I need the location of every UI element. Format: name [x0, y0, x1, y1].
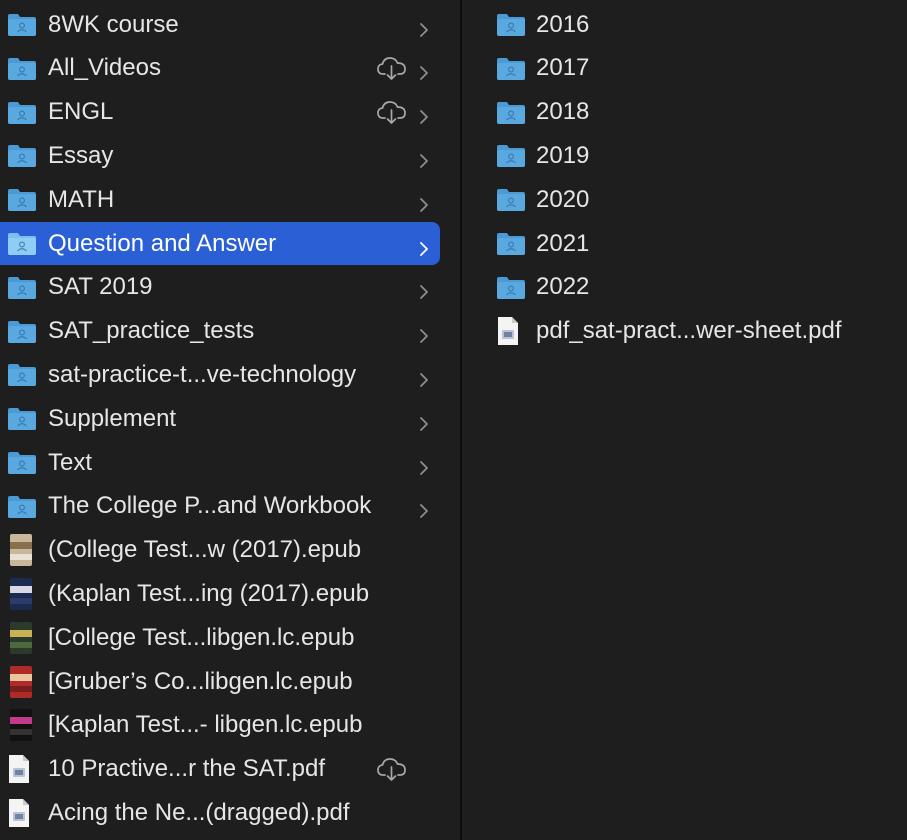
folder-icon — [7, 231, 37, 256]
file-name: [Kaplan Test...- libgen.lc.epub — [48, 711, 363, 739]
file-row[interactable]: [College Test...libgen.lc.epub — [0, 616, 440, 659]
folder-row[interactable]: 2021 — [462, 222, 907, 265]
folder-name: Essay — [48, 141, 114, 169]
file-row[interactable]: [Gruber’s Co...libgen.lc.epub — [0, 660, 440, 703]
folder-name: ENGL — [48, 98, 114, 126]
folder-icon — [7, 406, 37, 431]
pdf-file-icon — [496, 316, 520, 346]
folder-name: 2020 — [536, 185, 590, 213]
folder-name: SAT_practice_tests — [48, 317, 255, 345]
folder-name: sat-practice-t...ve-technology — [48, 360, 357, 388]
cloud-download-icon[interactable] — [376, 756, 408, 782]
folder-icon — [7, 494, 37, 519]
folder-row[interactable]: SAT_practice_tests — [0, 310, 440, 353]
folder-icon — [7, 100, 37, 125]
file-row[interactable]: (Kaplan Test...ing (2017).epub — [0, 572, 440, 615]
chevron-right-icon — [418, 411, 430, 431]
folder-row[interactable]: 2017 — [462, 47, 907, 90]
file-name: (College Test...w (2017).epub — [48, 536, 362, 564]
cloud-download-icon[interactable] — [376, 99, 408, 125]
chevron-right-icon — [418, 279, 430, 300]
folder-icon — [7, 275, 37, 300]
pdf-file-icon — [7, 798, 31, 828]
file-row[interactable]: (College Test...w (2017).epub — [0, 529, 440, 572]
file-row[interactable]: pdf_sat-pract...wer-sheet.pdf — [462, 310, 907, 353]
folder-row[interactable]: 2018 — [462, 91, 907, 134]
folder-row[interactable]: 2020 — [462, 178, 907, 221]
folder-icon — [496, 56, 526, 81]
file-row[interactable]: 10 Practive...r the SAT.pdf — [0, 748, 440, 791]
folder-row[interactable]: Question and Answer — [0, 222, 440, 265]
folder-icon — [496, 187, 526, 212]
epub-book-icon — [10, 577, 32, 610]
folder-icon — [7, 362, 37, 387]
chevron-right-icon — [418, 367, 430, 387]
file-name: Acing the Ne...(dragged).pdf — [48, 798, 350, 826]
cloud-download-icon[interactable] — [376, 55, 408, 81]
folder-icon — [7, 187, 37, 212]
folder-name: MATH — [48, 185, 115, 213]
folder-row[interactable]: ENGL — [0, 91, 440, 134]
folder-row[interactable]: Text — [0, 441, 440, 484]
folder-icon — [7, 319, 37, 344]
folder-row[interactable]: SAT 2019 — [0, 266, 440, 309]
chevron-right-icon — [418, 104, 430, 124]
chevron-right-icon — [418, 148, 430, 168]
file-name: pdf_sat-pract...wer-sheet.pdf — [536, 317, 842, 345]
folder-name: 8WK course — [48, 10, 179, 38]
folder-name: Question and Answer — [48, 229, 277, 257]
epub-book-icon — [10, 665, 32, 698]
chevron-right-icon — [418, 192, 430, 212]
folder-icon — [496, 12, 526, 37]
file-name: [College Test...libgen.lc.epub — [48, 623, 355, 651]
folder-name: 2021 — [536, 229, 590, 257]
folder-icon — [496, 100, 526, 125]
folder-row[interactable]: 2022 — [462, 266, 907, 309]
folder-icon — [496, 231, 526, 256]
folder-row[interactable]: 2016 — [462, 3, 907, 46]
folder-row[interactable]: sat-practice-t...ve-technology — [0, 353, 440, 396]
folder-icon — [496, 275, 526, 300]
folder-name: Text — [48, 448, 93, 476]
pdf-file-icon — [7, 754, 31, 784]
finder-column-parent: 8WK course All_Videos ENGL Essay MATH Questio… — [0, 0, 460, 840]
folder-icon — [7, 450, 37, 475]
chevron-right-icon — [418, 455, 430, 475]
epub-book-icon — [10, 709, 32, 742]
folder-icon — [7, 143, 37, 168]
folder-icon — [7, 12, 37, 37]
chevron-right-icon — [418, 17, 430, 37]
folder-name: All_Videos — [48, 54, 161, 82]
folder-icon — [496, 143, 526, 168]
file-name: (Kaplan Test...ing (2017).epub — [48, 579, 370, 607]
folder-name: Supplement — [48, 404, 177, 432]
folder-name: 2022 — [536, 273, 590, 301]
folder-icon — [7, 56, 37, 81]
folder-name: 2018 — [536, 98, 590, 126]
folder-row[interactable]: 8WK course — [0, 3, 440, 46]
folder-name: 2019 — [536, 141, 590, 169]
folder-row[interactable]: 2019 — [462, 134, 907, 177]
epub-book-icon — [10, 621, 32, 654]
epub-book-icon — [10, 534, 32, 567]
chevron-right-icon — [418, 498, 430, 519]
folder-row[interactable]: All_Videos — [0, 47, 440, 90]
folder-row[interactable]: MATH — [0, 178, 440, 221]
chevron-right-icon — [418, 323, 430, 343]
folder-name: The College P...and Workbook — [48, 492, 372, 520]
folder-name: 2017 — [536, 54, 590, 82]
file-name: [Gruber’s Co...libgen.lc.epub — [48, 667, 353, 695]
folder-name: 2016 — [536, 10, 590, 38]
file-row[interactable]: [Kaplan Test...- libgen.lc.epub — [0, 704, 440, 747]
folder-row[interactable]: The College P...and Workbook — [0, 485, 440, 528]
folder-row[interactable]: Essay — [0, 134, 440, 177]
finder-column-children: 2016 2017 2018 2019 2020 2021 2022 pdf_sat-prac… — [462, 0, 907, 840]
folder-name: SAT 2019 — [48, 273, 153, 301]
file-name: 10 Practive...r the SAT.pdf — [48, 755, 326, 783]
chevron-right-icon — [418, 236, 430, 256]
folder-row[interactable]: Supplement — [0, 397, 440, 440]
chevron-right-icon — [418, 60, 430, 81]
file-row[interactable]: Acing the Ne...(dragged).pdf — [0, 791, 440, 834]
